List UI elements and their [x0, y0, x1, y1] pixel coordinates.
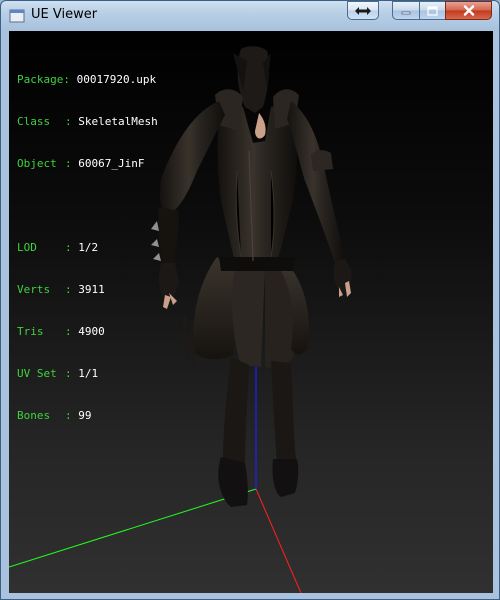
minimize-button[interactable] — [392, 1, 419, 20]
info-row-tris: Tris: 4900 — [17, 325, 158, 339]
window-title: UE Viewer — [31, 7, 98, 22]
info-label-verts: Verts — [17, 283, 51, 296]
info-row-object: Object: 60067_JinF — [17, 157, 158, 171]
3d-viewport[interactable]: Package: 00017920.upk Class: SkeletalMes… — [9, 31, 493, 593]
info-value-package: 00017920.upk — [76, 73, 157, 86]
info-sep: : — [65, 283, 72, 296]
info-label-class: Class — [17, 115, 51, 128]
info-row-bones: Bones: 99 — [17, 409, 158, 423]
info-label-object: Object — [17, 157, 57, 170]
app-icon — [9, 9, 25, 23]
double-arrow-button[interactable] — [347, 1, 379, 20]
double-arrow-icon — [355, 6, 371, 15]
info-label-package: Package: — [17, 73, 70, 86]
info-label-bones: Bones — [17, 409, 51, 422]
info-sep: : — [65, 325, 72, 338]
mesh-info-panel: Package: 00017920.upk Class: SkeletalMes… — [17, 45, 158, 451]
maximize-icon — [427, 5, 438, 16]
info-row-verts: Verts: 3911 — [17, 283, 158, 297]
info-row-lod: LOD: 1/2 — [17, 241, 158, 255]
info-label-uvset: UV Set — [17, 367, 57, 380]
info-value-class: SkeletalMesh — [78, 115, 158, 128]
info-value-verts: 3911 — [78, 283, 105, 296]
close-button[interactable] — [445, 1, 492, 20]
info-sep: : — [65, 115, 72, 128]
maximize-button[interactable] — [419, 1, 445, 20]
info-sep: : — [65, 367, 72, 380]
info-value-object: 60067_JinF — [78, 157, 145, 170]
info-value-lod: 1/2 — [78, 241, 99, 254]
info-value-uvset: 1/1 — [78, 367, 99, 380]
app-window: UE Viewer Package: 00017920.upk Class: … — [0, 0, 500, 600]
info-sep: : — [65, 157, 72, 170]
character-model — [151, 46, 352, 507]
info-sep: : — [65, 241, 72, 254]
info-label-lod: LOD — [17, 241, 37, 254]
axis-x-line — [255, 488, 302, 593]
axis-y-line — [9, 488, 257, 568]
info-spacer — [17, 199, 158, 213]
titlebar[interactable]: UE Viewer — [1, 1, 499, 31]
info-value-bones: 99 — [78, 409, 92, 422]
info-row-class: Class: SkeletalMesh — [17, 115, 158, 129]
info-label-tris: Tris — [17, 325, 44, 338]
info-sep: : — [65, 409, 72, 422]
minimize-icon — [401, 11, 411, 14]
info-row-uvset: UV Set: 1/1 — [17, 367, 158, 381]
info-row-package: Package: 00017920.upk — [17, 73, 158, 87]
close-icon — [463, 5, 474, 16]
info-value-tris: 4900 — [78, 325, 105, 338]
